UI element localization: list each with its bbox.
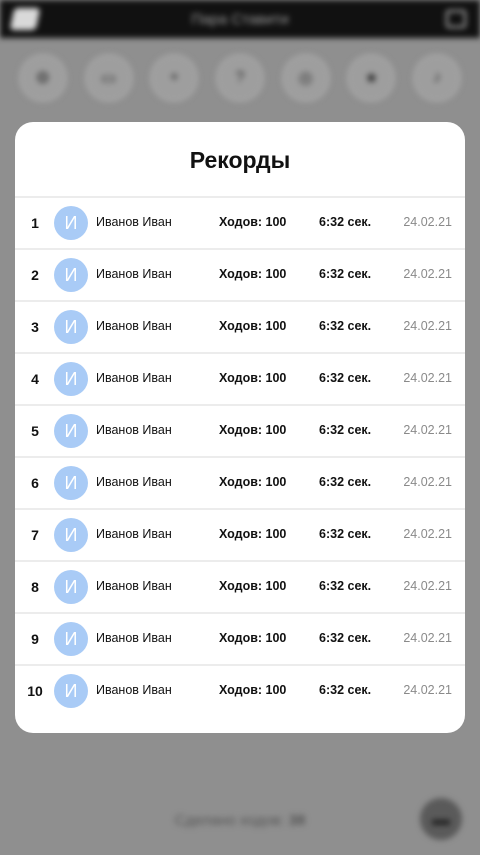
plus-icon[interactable]: + <box>152 56 197 100</box>
records-list: 1 И Иванов Иван Ходов: 100 6:32 сек. 24.… <box>15 198 465 718</box>
help-icon[interactable]: ? <box>217 56 262 100</box>
moves-count: Ходов: 100 <box>219 527 287 541</box>
avatar: И <box>54 362 88 396</box>
moves-count: Ходов: 100 <box>219 423 287 437</box>
avatar: И <box>54 674 88 708</box>
time-value: 6:32 сек. <box>319 527 372 541</box>
menu-icon[interactable] <box>446 10 466 28</box>
music-icon[interactable]: ♪ <box>415 56 460 100</box>
cards-icon[interactable]: ▭ <box>86 56 131 100</box>
bottom-bar: Сделано ходов: 38 ▬ <box>0 790 480 855</box>
record-row: 9 И Иванов Иван Ходов: 100 6:32 сек. 24.… <box>15 614 465 666</box>
record-rank: 1 <box>31 215 39 231</box>
record-row: 5 И Иванов Иван Ходов: 100 6:32 сек. 24.… <box>15 406 465 458</box>
record-row: 1 И Иванов Иван Ходов: 100 6:32 сек. 24.… <box>15 198 465 250</box>
moves-counter-value: 38 <box>288 812 306 829</box>
avatar: И <box>54 258 88 292</box>
player-name: Иванов Иван <box>96 371 172 385</box>
record-rank: 7 <box>31 527 39 543</box>
record-row: 6 И Иванов Иван Ходов: 100 6:32 сек. 24.… <box>15 458 465 510</box>
time-value: 6:32 сек. <box>319 631 372 645</box>
app-title: Пара Ставити <box>191 11 289 28</box>
record-row: 7 И Иванов Иван Ходов: 100 6:32 сек. 24.… <box>15 510 465 562</box>
player-name: Иванов Иван <box>96 215 172 229</box>
record-rank: 4 <box>31 371 39 387</box>
time-value: 6:32 сек. <box>319 683 372 697</box>
record-rank: 2 <box>31 267 39 283</box>
moves-count: Ходов: 100 <box>219 683 287 697</box>
time-value: 6:32 сек. <box>319 475 372 489</box>
date-value: 24.02.21 <box>403 631 452 645</box>
moves-count: Ходов: 100 <box>219 319 287 333</box>
time-value: 6:32 сек. <box>319 215 372 229</box>
date-value: 24.02.21 <box>403 683 452 697</box>
record-row: 8 И Иванов Иван Ходов: 100 6:32 сек. 24.… <box>15 562 465 614</box>
record-rank: 3 <box>31 319 39 335</box>
date-value: 24.02.21 <box>403 423 452 437</box>
modal-title: Рекорды <box>15 122 465 198</box>
record-rank: 6 <box>31 475 39 491</box>
moves-count: Ходов: 100 <box>219 475 287 489</box>
date-value: 24.02.21 <box>403 527 452 541</box>
moves-count: Ходов: 100 <box>219 579 287 593</box>
player-name: Иванов Иван <box>96 579 172 593</box>
date-value: 24.02.21 <box>403 579 452 593</box>
date-value: 24.02.21 <box>403 215 452 229</box>
time-value: 6:32 сек. <box>319 423 372 437</box>
settings-icon[interactable]: ⚙ <box>20 56 65 100</box>
player-name: Иванов Иван <box>96 423 172 437</box>
avatar: И <box>54 622 88 656</box>
time-value: 6:32 сек. <box>319 267 372 281</box>
moves-count: Ходов: 100 <box>219 371 287 385</box>
player-name: Иванов Иван <box>96 631 172 645</box>
time-value: 6:32 сек. <box>319 579 372 593</box>
star-icon[interactable]: ★ <box>349 56 394 100</box>
moves-count: Ходов: 100 <box>219 267 287 281</box>
moves-count: Ходов: 100 <box>219 215 287 229</box>
player-name: Иванов Иван <box>96 475 172 489</box>
records-modal: Рекорды 1 И Иванов Иван Ходов: 100 6:32 … <box>15 122 465 733</box>
top-bar: Пара Ставити <box>0 0 480 38</box>
player-name: Иванов Иван <box>96 267 172 281</box>
player-name: Иванов Иван <box>96 683 172 697</box>
date-value: 24.02.21 <box>403 319 452 333</box>
avatar: И <box>54 570 88 604</box>
record-row: 10 И Иванов Иван Ходов: 100 6:32 сек. 24… <box>15 666 465 718</box>
moves-count: Ходов: 100 <box>219 631 287 645</box>
toolbar: ⚙ ▭ + ? ◎ ★ ♪ <box>0 38 480 118</box>
record-row: 4 И Иванов Иван Ходов: 100 6:32 сек. 24.… <box>15 354 465 406</box>
record-rank: 5 <box>31 423 39 439</box>
player-name: Иванов Иван <box>96 527 172 541</box>
target-icon[interactable]: ◎ <box>283 56 328 100</box>
moves-counter: Сделано ходов: 38 <box>0 812 480 829</box>
record-row: 3 И Иванов Иван Ходов: 100 6:32 сек. 24.… <box>15 302 465 354</box>
time-value: 6:32 сек. <box>319 371 372 385</box>
player-name: Иванов Иван <box>96 319 172 333</box>
avatar: И <box>54 310 88 344</box>
chat-button[interactable]: ▬ <box>420 798 462 840</box>
record-rank: 8 <box>31 579 39 595</box>
date-value: 24.02.21 <box>403 267 452 281</box>
record-rank: 10 <box>27 683 43 699</box>
date-value: 24.02.21 <box>403 371 452 385</box>
moves-counter-label: Сделано ходов: <box>174 812 285 829</box>
avatar: И <box>54 518 88 552</box>
record-row: 2 И Иванов Иван Ходов: 100 6:32 сек. 24.… <box>15 250 465 302</box>
avatar: И <box>54 414 88 448</box>
chat-icon: ▬ <box>432 808 450 829</box>
time-value: 6:32 сек. <box>319 319 372 333</box>
avatar: И <box>54 206 88 240</box>
record-rank: 9 <box>31 631 39 647</box>
avatar: И <box>54 466 88 500</box>
date-value: 24.02.21 <box>403 475 452 489</box>
